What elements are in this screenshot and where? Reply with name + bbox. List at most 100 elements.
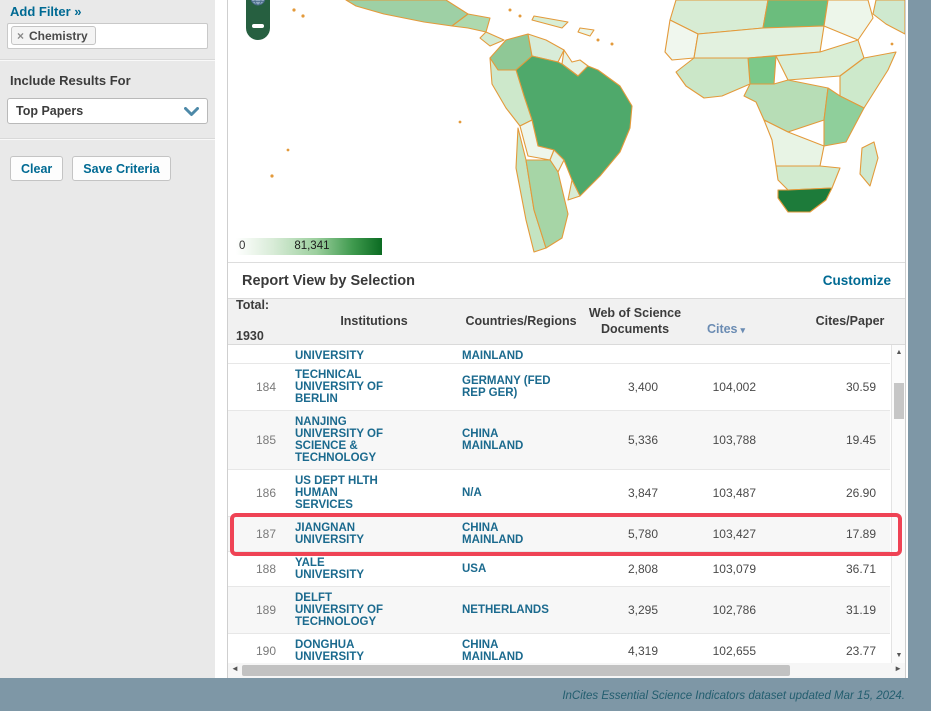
country-link[interactable]: CHINA MAINLAND — [458, 428, 584, 452]
column-institutions: Institutions — [290, 314, 458, 330]
table-column-header: Total: 1930 Institutions Countries/Regio… — [228, 298, 905, 345]
filter-chip-label: Chemistry — [29, 30, 88, 42]
country-link[interactable]: N/A — [458, 487, 584, 499]
country-link[interactable]: NETHERLANDS — [458, 604, 584, 616]
results-for-value: Top Papers — [8, 104, 83, 118]
scroll-left-icon[interactable]: ◄ — [231, 664, 239, 673]
cites-value — [686, 362, 792, 363]
country-link[interactable]: MAINLAND — [458, 350, 584, 363]
clear-button[interactable]: Clear — [10, 156, 63, 181]
cites-per-paper-value — [792, 362, 890, 363]
incites-esi-page: Add Filter » × Chemistry Include Results… — [0, 0, 931, 711]
table-row: 188 YALE UNIVERSITY USA 2,808 103,079 36… — [228, 552, 890, 587]
institution-link[interactable]: DELFT UNIVERSITY OF TECHNOLOGY — [290, 592, 458, 628]
globe-icon[interactable] — [250, 0, 266, 6]
filter-tags-input[interactable]: × Chemistry — [7, 23, 208, 49]
wos-documents-value: 3,400 — [584, 381, 686, 393]
cites-value: 103,487 — [686, 487, 792, 499]
country-link[interactable]: CHINA MAINLAND — [458, 639, 584, 663]
horizontal-scroll-thumb[interactable] — [242, 665, 790, 676]
cites-per-paper-value: 17.89 — [792, 528, 890, 540]
row-rank: 187 — [228, 528, 290, 540]
scroll-down-icon[interactable]: ▼ — [892, 652, 906, 659]
wos-documents-value: 3,847 — [584, 487, 686, 499]
column-countries: Countries/Regions — [458, 314, 584, 330]
cites-value: 104,002 — [686, 381, 792, 393]
table-row: UNIVERSITY MAINLAND — [228, 345, 890, 364]
table-rows: UNIVERSITY MAINLAND 184 TECHNICAL UNIVER… — [228, 345, 890, 663]
cites-value: 103,427 — [686, 528, 792, 540]
remove-filter-icon[interactable]: × — [17, 30, 24, 42]
institution-link[interactable]: DONGHUA UNIVERSITY — [290, 639, 458, 663]
scroll-up-icon[interactable]: ▲ — [892, 349, 906, 356]
cites-value: 102,655 — [686, 645, 792, 657]
column-wos-documents: Web of Science Documents — [584, 306, 686, 337]
world-choropleth-map[interactable]: 0 81,341 — [228, 0, 905, 262]
column-cites-per-paper: Cites/Paper — [792, 314, 890, 330]
table-row: 185 NANJING UNIVERSITY OF SCIENCE & TECH… — [228, 411, 890, 470]
institution-link[interactable]: NANJING UNIVERSITY OF SCIENCE & TECHNOLO… — [290, 416, 458, 464]
filters-sidebar: Add Filter » × Chemistry Include Results… — [0, 0, 215, 678]
institution-link[interactable]: JIANGNAN UNIVERSITY — [290, 522, 458, 546]
row-rank: 185 — [228, 434, 290, 446]
vertical-scroll-thumb[interactable] — [894, 383, 904, 419]
content-shell: Add Filter » × Chemistry Include Results… — [0, 0, 908, 678]
cites-per-paper-value: 30.59 — [792, 381, 890, 393]
wos-documents-value: 5,336 — [584, 434, 686, 446]
results-for-select[interactable]: Top Papers — [7, 98, 208, 124]
include-results-label: Include Results For — [10, 73, 215, 88]
scroll-right-icon[interactable]: ► — [894, 664, 902, 673]
horizontal-scrollbar[interactable]: ◄ ► — [228, 663, 905, 678]
cites-per-paper-value: 19.45 — [792, 434, 890, 446]
institution-link[interactable]: YALE UNIVERSITY — [290, 557, 458, 581]
add-filter-link[interactable]: Add Filter » — [10, 4, 215, 19]
cites-value: 103,079 — [686, 563, 792, 575]
report-header-bar: Report View by Selection Customize — [228, 262, 905, 298]
table-row: 189 DELFT UNIVERSITY OF TECHNOLOGY NETHE… — [228, 587, 890, 634]
wos-documents-value — [584, 362, 686, 363]
institution-link[interactable]: US DEPT HLTH HUMAN SERVICES — [290, 475, 458, 511]
row-rank: 189 — [228, 604, 290, 616]
column-cites-sort[interactable]: Cites▾ — [686, 306, 792, 337]
legend-max-value: 81,341 — [294, 240, 329, 252]
customize-link[interactable]: Customize — [823, 273, 891, 288]
map-zoom-control — [246, 0, 270, 40]
wos-documents-value: 2,808 — [584, 563, 686, 575]
cites-per-paper-value: 26.90 — [792, 487, 890, 499]
dataset-update-note: InCites Essential Science Indicators dat… — [562, 690, 905, 702]
cites-value: 102,786 — [686, 604, 792, 616]
wos-documents-value: 3,295 — [584, 604, 686, 616]
institution-link[interactable]: UNIVERSITY — [290, 350, 458, 363]
cites-per-paper-value: 36.71 — [792, 563, 890, 575]
row-rank: 184 — [228, 381, 290, 393]
sidebar-divider — [0, 59, 215, 61]
table-row: 187 JIANGNAN UNIVERSITY CHINA MAINLAND 5… — [228, 517, 890, 552]
row-rank: 190 — [228, 645, 290, 657]
row-rank: 186 — [228, 487, 290, 499]
wos-documents-value: 5,780 — [584, 528, 686, 540]
vertical-scrollbar[interactable]: ▲ ▼ — [891, 345, 905, 663]
sidebar-divider — [0, 138, 215, 140]
wos-documents-value: 4,319 — [584, 645, 686, 657]
filter-chip-chemistry[interactable]: × Chemistry — [11, 26, 96, 45]
country-link[interactable]: GERMANY (FED REP GER) — [458, 375, 584, 399]
row-rank: 188 — [228, 563, 290, 575]
country-link[interactable]: USA — [458, 563, 584, 575]
row-rank — [228, 362, 290, 363]
sort-desc-icon: ▾ — [741, 325, 746, 335]
table-row: 186 US DEPT HLTH HUMAN SERVICES N/A 3,84… — [228, 470, 890, 517]
map-color-legend: 0 81,341 — [236, 238, 382, 255]
results-panel: 0 81,341 Report View by Selection Custom… — [227, 0, 906, 678]
table-row: 190 DONGHUA UNIVERSITY CHINA MAINLAND 4,… — [228, 634, 890, 663]
country-link[interactable]: CHINA MAINLAND — [458, 522, 584, 546]
cites-value: 103,788 — [686, 434, 792, 446]
cites-per-paper-value: 23.77 — [792, 645, 890, 657]
legend-min-value: 0 — [239, 240, 245, 252]
institution-link[interactable]: TECHNICAL UNIVERSITY OF BERLIN — [290, 369, 458, 405]
save-criteria-button[interactable]: Save Criteria — [72, 156, 170, 181]
table-row: 184 TECHNICAL UNIVERSITY OF BERLIN GERMA… — [228, 364, 890, 411]
cites-per-paper-value: 31.19 — [792, 604, 890, 616]
table-body: UNIVERSITY MAINLAND 184 TECHNICAL UNIVER… — [228, 345, 890, 663]
zoom-out-icon[interactable] — [252, 24, 264, 28]
map-svg — [228, 0, 905, 262]
